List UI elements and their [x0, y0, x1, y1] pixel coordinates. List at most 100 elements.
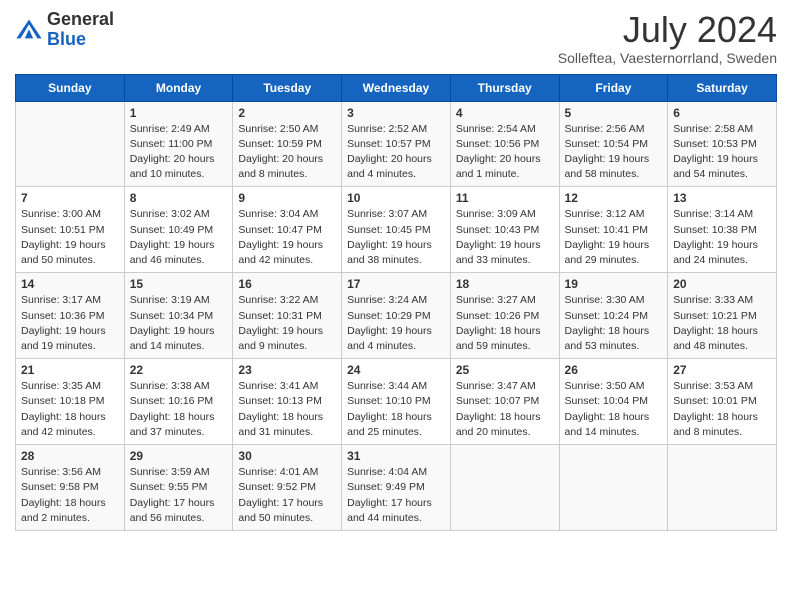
calendar-day-cell: 5 Sunrise: 2:56 AMSunset: 10:54 PMDayligh… — [559, 101, 668, 187]
calendar-day-cell: 9 Sunrise: 3:04 AMSunset: 10:47 PMDayligh… — [233, 187, 342, 273]
day-number: 16 — [238, 277, 336, 291]
day-number: 18 — [456, 277, 554, 291]
dow-header: Wednesday — [342, 74, 451, 101]
day-number: 29 — [130, 449, 228, 463]
day-number: 28 — [21, 449, 119, 463]
day-info: Sunrise: 3:07 AMSunset: 10:45 PMDaylight… — [347, 207, 445, 268]
day-info: Sunrise: 3:35 AMSunset: 10:18 PMDaylight… — [21, 379, 119, 440]
day-number: 19 — [565, 277, 663, 291]
location: Solleftea, Vaesternorrland, Sweden — [558, 50, 777, 66]
calendar-day-cell: 29 Sunrise: 3:59 AMSunset: 9:55 PMDayligh… — [124, 445, 233, 531]
day-number: 6 — [673, 106, 771, 120]
day-number: 5 — [565, 106, 663, 120]
calendar-day-cell: 3Sunrise: 2:52 AMSunset: 10:57 PMDayligh… — [342, 101, 451, 187]
day-info: Sunrise: 2:56 AMSunset: 10:54 PMDaylight… — [565, 122, 663, 183]
dow-header: Tuesday — [233, 74, 342, 101]
dow-header: Saturday — [668, 74, 777, 101]
day-number: 12 — [565, 191, 663, 205]
day-number: 24 — [347, 363, 445, 377]
calendar-week-row: 14 Sunrise: 3:17 AMSunset: 10:36 PMDaylig… — [16, 273, 777, 359]
calendar-day-cell: 22 Sunrise: 3:38 AMSunset: 10:16 PMDaylig… — [124, 359, 233, 445]
logo-icon — [15, 16, 43, 44]
day-info: Sunrise: 3:12 AMSunset: 10:41 PMDaylight… — [565, 207, 663, 268]
day-number: 1 — [130, 106, 228, 120]
day-info: Sunrise: 3:24 AMSunset: 10:29 PMDaylight… — [347, 293, 445, 354]
day-info: Sunrise: 3:27 AMSunset: 10:26 PMDaylight… — [456, 293, 554, 354]
day-info: Sunrise: 3:19 AMSunset: 10:34 PMDaylight… — [130, 293, 228, 354]
month-title: July 2024 — [558, 10, 777, 50]
day-info: Sunrise: 2:52 AMSunset: 10:57 PMDaylight… — [347, 122, 445, 183]
day-info: Sunrise: 4:01 AMSunset: 9:52 PMDaylight:… — [238, 465, 336, 526]
day-info: Sunrise: 3:22 AMSunset: 10:31 PMDaylight… — [238, 293, 336, 354]
day-number: 4 — [456, 106, 554, 120]
day-number: 9 — [238, 191, 336, 205]
day-info: Sunrise: 3:17 AMSunset: 10:36 PMDaylight… — [21, 293, 119, 354]
day-info: Sunrise: 3:59 AMSunset: 9:55 PMDaylight:… — [130, 465, 228, 526]
calendar-day-cell: 31 Sunrise: 4:04 AMSunset: 9:49 PMDayligh… — [342, 445, 451, 531]
day-number: 15 — [130, 277, 228, 291]
calendar-day-cell: 28 Sunrise: 3:56 AMSunset: 9:58 PMDayligh… — [16, 445, 125, 531]
day-info: Sunrise: 3:56 AMSunset: 9:58 PMDaylight:… — [21, 465, 119, 526]
calendar-day-cell: 24 Sunrise: 3:44 AMSunset: 10:10 PMDaylig… — [342, 359, 451, 445]
calendar-week-row: 1 Sunrise: 2:49 AMSunset: 11:00 PMDayligh… — [16, 101, 777, 187]
calendar-week-row: 28 Sunrise: 3:56 AMSunset: 9:58 PMDayligh… — [16, 445, 777, 531]
calendar-day-cell: 11 Sunrise: 3:09 AMSunset: 10:43 PMDaylig… — [450, 187, 559, 273]
calendar-day-cell: 15 Sunrise: 3:19 AMSunset: 10:34 PMDaylig… — [124, 273, 233, 359]
calendar-day-cell: 1 Sunrise: 2:49 AMSunset: 11:00 PMDayligh… — [124, 101, 233, 187]
day-info: Sunrise: 3:38 AMSunset: 10:16 PMDaylight… — [130, 379, 228, 440]
day-number: 11 — [456, 191, 554, 205]
calendar-day-cell: 23Sunrise: 3:41 AMSunset: 10:13 PMDaylig… — [233, 359, 342, 445]
day-number: 10 — [347, 191, 445, 205]
logo: General Blue — [15, 10, 114, 50]
day-number: 7 — [21, 191, 119, 205]
day-info: Sunrise: 4:04 AMSunset: 9:49 PMDaylight:… — [347, 465, 445, 526]
calendar-day-cell — [16, 101, 125, 187]
day-number: 26 — [565, 363, 663, 377]
day-number: 14 — [21, 277, 119, 291]
day-number: 23 — [238, 363, 336, 377]
day-info: Sunrise: 2:49 AMSunset: 11:00 PMDaylight… — [130, 122, 228, 183]
calendar-day-cell: 10 Sunrise: 3:07 AMSunset: 10:45 PMDaylig… — [342, 187, 451, 273]
calendar-day-cell: 12 Sunrise: 3:12 AMSunset: 10:41 PMDaylig… — [559, 187, 668, 273]
day-number: 25 — [456, 363, 554, 377]
day-number: 8 — [130, 191, 228, 205]
calendar-day-cell: 16 Sunrise: 3:22 AMSunset: 10:31 PMDaylig… — [233, 273, 342, 359]
day-info: Sunrise: 3:02 AMSunset: 10:49 PMDaylight… — [130, 207, 228, 268]
calendar-day-cell: 27 Sunrise: 3:53 AMSunset: 10:01 PMDaylig… — [668, 359, 777, 445]
day-info: Sunrise: 3:14 AMSunset: 10:38 PMDaylight… — [673, 207, 771, 268]
day-info: Sunrise: 3:04 AMSunset: 10:47 PMDaylight… — [238, 207, 336, 268]
dow-header: Monday — [124, 74, 233, 101]
calendar-table: SundayMondayTuesdayWednesdayThursdayFrid… — [15, 74, 777, 531]
calendar-body: 1 Sunrise: 2:49 AMSunset: 11:00 PMDayligh… — [16, 101, 777, 530]
day-info: Sunrise: 3:50 AMSunset: 10:04 PMDaylight… — [565, 379, 663, 440]
calendar-day-cell: 21 Sunrise: 3:35 AMSunset: 10:18 PMDaylig… — [16, 359, 125, 445]
days-of-week-row: SundayMondayTuesdayWednesdayThursdayFrid… — [16, 74, 777, 101]
calendar-day-cell: 13Sunrise: 3:14 AMSunset: 10:38 PMDaylig… — [668, 187, 777, 273]
calendar-day-cell: 30 Sunrise: 4:01 AMSunset: 9:52 PMDayligh… — [233, 445, 342, 531]
day-info: Sunrise: 3:00 AMSunset: 10:51 PMDaylight… — [21, 207, 119, 268]
day-info: Sunrise: 3:53 AMSunset: 10:01 PMDaylight… — [673, 379, 771, 440]
day-number: 21 — [21, 363, 119, 377]
calendar-day-cell — [668, 445, 777, 531]
day-info: Sunrise: 3:33 AMSunset: 10:21 PMDaylight… — [673, 293, 771, 354]
calendar-day-cell: 19 Sunrise: 3:30 AMSunset: 10:24 PMDaylig… — [559, 273, 668, 359]
day-info: Sunrise: 2:50 AMSunset: 10:59 PMDaylight… — [238, 122, 336, 183]
day-info: Sunrise: 3:30 AMSunset: 10:24 PMDaylight… — [565, 293, 663, 354]
day-number: 22 — [130, 363, 228, 377]
calendar-day-cell: 7 Sunrise: 3:00 AMSunset: 10:51 PMDayligh… — [16, 187, 125, 273]
dow-header: Sunday — [16, 74, 125, 101]
calendar-day-cell — [450, 445, 559, 531]
calendar-day-cell: 20Sunrise: 3:33 AMSunset: 10:21 PMDaylig… — [668, 273, 777, 359]
day-info: Sunrise: 3:44 AMSunset: 10:10 PMDaylight… — [347, 379, 445, 440]
day-info: Sunrise: 3:09 AMSunset: 10:43 PMDaylight… — [456, 207, 554, 268]
calendar-day-cell: 2Sunrise: 2:50 AMSunset: 10:59 PMDayligh… — [233, 101, 342, 187]
calendar-day-cell: 26 Sunrise: 3:50 AMSunset: 10:04 PMDaylig… — [559, 359, 668, 445]
day-number: 31 — [347, 449, 445, 463]
page-header: General Blue July 2024 Solleftea, Vaeste… — [15, 10, 777, 66]
calendar-week-row: 21 Sunrise: 3:35 AMSunset: 10:18 PMDaylig… — [16, 359, 777, 445]
day-number: 30 — [238, 449, 336, 463]
calendar-day-cell: 17Sunrise: 3:24 AMSunset: 10:29 PMDaylig… — [342, 273, 451, 359]
day-number: 27 — [673, 363, 771, 377]
day-info: Sunrise: 2:58 AMSunset: 10:53 PMDaylight… — [673, 122, 771, 183]
calendar-day-cell: 18 Sunrise: 3:27 AMSunset: 10:26 PMDaylig… — [450, 273, 559, 359]
